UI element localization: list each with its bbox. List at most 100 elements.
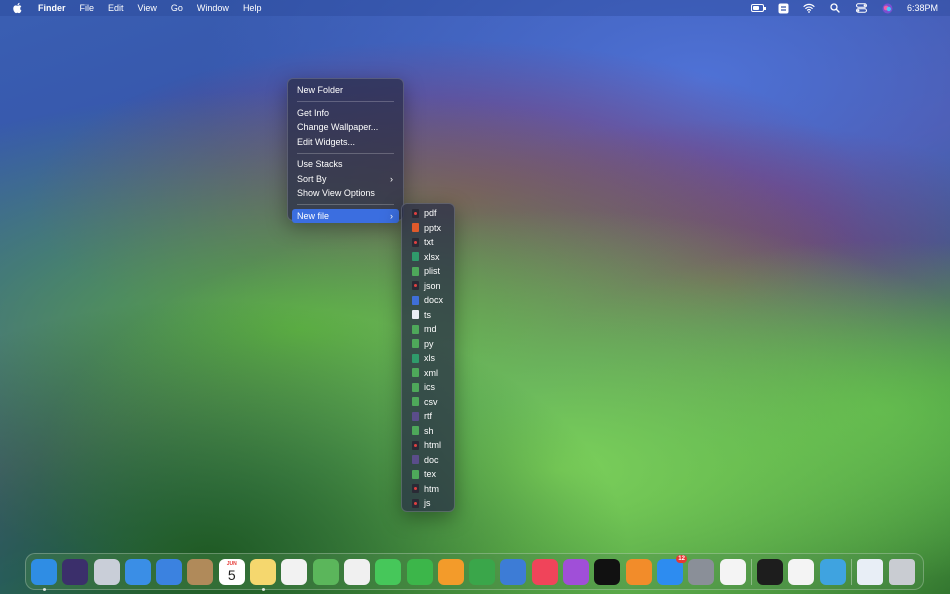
menu-separator	[297, 101, 394, 102]
menu-item-new-folder[interactable]: New Folder	[292, 83, 399, 98]
submenu-item-xlsx[interactable]: xlsx	[405, 250, 451, 265]
file-type-icon	[412, 310, 419, 320]
dock-facetime-icon[interactable]	[406, 558, 433, 585]
submenu-item-csv[interactable]: csv	[405, 395, 451, 410]
submenu-item-label: pptx	[424, 222, 442, 233]
dock-calendar-icon[interactable]: JUN 5	[218, 558, 245, 585]
dock-books-icon[interactable]	[625, 558, 652, 585]
menu-item-edit-widgets[interactable]: Edit Widgets...	[292, 135, 399, 150]
running-indicator	[261, 587, 265, 591]
dock-keynote-icon[interactable]	[500, 558, 527, 585]
menu-go[interactable]: Go	[164, 0, 190, 16]
dock-documents-folder-icon[interactable]	[857, 558, 884, 585]
menu-item-new-file[interactable]: New file ›	[292, 208, 399, 223]
menu-window[interactable]: Window	[190, 0, 236, 16]
dock: JUN 5 12	[25, 553, 924, 591]
submenu-item-xml[interactable]: xml	[405, 366, 451, 381]
dock-telegram-icon[interactable]	[819, 558, 846, 585]
running-indicator	[42, 587, 46, 591]
wifi-icon[interactable]	[803, 3, 816, 14]
calendar-day: 5	[227, 566, 236, 583]
submenu-item-json[interactable]: json	[405, 279, 451, 294]
control-center-icon[interactable]	[855, 3, 868, 14]
dock-contacts-icon[interactable]	[187, 558, 214, 585]
dock-notes-icon[interactable]	[250, 558, 277, 591]
submenu-item-txt[interactable]: txt	[405, 235, 451, 250]
menu-item-sort-by[interactable]: Sort By ›	[292, 172, 399, 187]
dock-podcasts-icon[interactable]	[563, 558, 590, 585]
file-type-icon	[412, 469, 419, 479]
spotlight-search-icon[interactable]	[829, 3, 842, 14]
dock-trash-icon[interactable]	[888, 558, 915, 585]
submenu-item-js[interactable]: js	[405, 496, 451, 511]
dock-chrome-icon[interactable]	[719, 558, 746, 585]
menu-file[interactable]: File	[73, 0, 102, 16]
menu-app-name[interactable]: Finder	[31, 0, 73, 16]
dock-app-store-icon[interactable]: 12	[656, 554, 687, 585]
menu-item-show-view-options[interactable]: Show View Options	[292, 186, 399, 201]
file-type-icon	[412, 339, 419, 349]
file-type-icon	[412, 368, 419, 378]
dock-separator	[750, 558, 752, 585]
menu-bar-clock[interactable]: 6:38PM	[907, 3, 938, 13]
notification-badge: 12	[676, 554, 687, 563]
file-type-icon	[412, 237, 419, 247]
chevron-right-icon: ›	[390, 173, 393, 184]
new-file-submenu: pdf pptx txt xlsx plist json docx ts md py xls xml i…	[401, 203, 455, 512]
dock-photos-icon[interactable]	[343, 558, 370, 585]
dock-music-icon[interactable]	[531, 558, 558, 585]
submenu-item-docx[interactable]: docx	[405, 293, 451, 308]
submenu-item-label: pdf	[424, 208, 437, 219]
dock-reminders-icon[interactable]	[281, 558, 308, 585]
submenu-item-html[interactable]: html	[405, 438, 451, 453]
file-type-icon	[412, 252, 419, 262]
submenu-item-rtf[interactable]: rtf	[405, 409, 451, 424]
submenu-item-label: md	[424, 324, 437, 335]
apple-icon[interactable]	[12, 2, 22, 14]
menu-item-change-wallpaper[interactable]: Change Wallpaper...	[292, 120, 399, 135]
menu-help[interactable]: Help	[236, 0, 269, 16]
menu-item-use-stacks[interactable]: Use Stacks	[292, 157, 399, 172]
submenu-item-label: txt	[424, 237, 434, 248]
menu-edit[interactable]: Edit	[101, 0, 131, 16]
dock-safari-icon[interactable]	[124, 558, 151, 585]
submenu-item-doc[interactable]: doc	[405, 453, 451, 468]
submenu-item-sh[interactable]: sh	[405, 424, 451, 439]
app-status-icon[interactable]	[777, 3, 790, 14]
battery-icon[interactable]	[750, 3, 766, 14]
dock-tv-icon[interactable]	[594, 558, 621, 585]
submenu-item-ts[interactable]: ts	[405, 308, 451, 323]
dock-system-settings-icon[interactable]	[688, 558, 715, 585]
dock-messages-icon[interactable]	[375, 558, 402, 585]
dock-pages-icon[interactable]	[437, 558, 464, 585]
file-type-icon	[412, 223, 419, 233]
file-type-icon	[412, 397, 419, 407]
submenu-item-label: rtf	[424, 411, 432, 422]
submenu-item-ics[interactable]: ics	[405, 380, 451, 395]
dock-maps-icon[interactable]	[312, 558, 339, 585]
dock-numbers-icon[interactable]	[469, 558, 496, 585]
submenu-item-pdf[interactable]: pdf	[405, 206, 451, 221]
submenu-item-xls[interactable]: xls	[405, 351, 451, 366]
dock-finder-icon[interactable]	[31, 558, 57, 591]
file-type-icon	[412, 498, 419, 508]
submenu-item-tex[interactable]: tex	[405, 467, 451, 482]
dock-terminal-icon[interactable]	[757, 558, 784, 585]
dock-siri-icon[interactable]	[62, 558, 89, 585]
submenu-item-label: csv	[424, 396, 438, 407]
menu-item-get-info[interactable]: Get Info	[292, 106, 399, 121]
dock-launchpad-icon[interactable]	[93, 558, 120, 585]
siri-icon[interactable]	[881, 3, 894, 14]
file-type-icon	[412, 353, 419, 363]
submenu-item-label: htm	[424, 483, 440, 494]
dock-mail-icon[interactable]	[156, 558, 183, 585]
submenu-item-pptx[interactable]: pptx	[405, 221, 451, 236]
menu-view[interactable]: View	[131, 0, 164, 16]
submenu-item-py[interactable]: py	[405, 337, 451, 352]
submenu-item-md[interactable]: md	[405, 322, 451, 337]
submenu-item-htm[interactable]: htm	[405, 482, 451, 497]
dock-qq-icon[interactable]	[788, 558, 815, 585]
file-type-icon	[412, 455, 419, 465]
submenu-item-plist[interactable]: plist	[405, 264, 451, 279]
submenu-item-label: xml	[424, 367, 438, 378]
